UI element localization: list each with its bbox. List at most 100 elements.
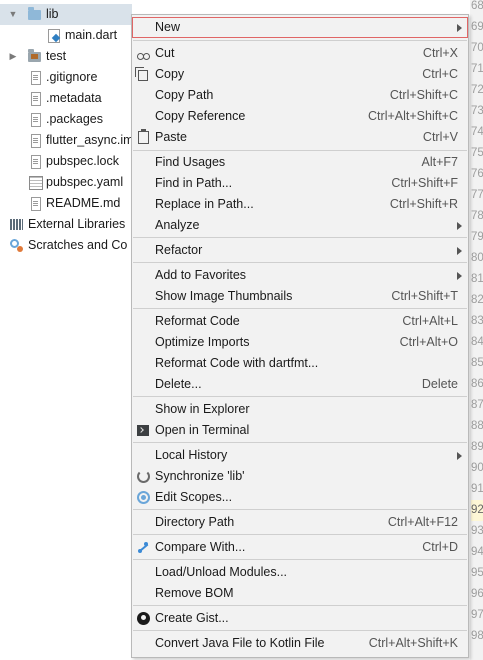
menu-item-label: Copy Reference bbox=[155, 109, 246, 123]
menu-item-label: Reformat Code bbox=[155, 314, 240, 328]
menu-item-label: Synchronize 'lib' bbox=[155, 469, 245, 483]
menu-item-label: Open in Terminal bbox=[155, 423, 250, 437]
tree-item-iml[interactable]: flutter_async.im bbox=[0, 130, 132, 151]
line-number: 95 bbox=[471, 567, 483, 579]
menu-separator bbox=[133, 237, 467, 238]
menu-item-shortcut: Ctrl+Shift+F bbox=[391, 176, 458, 190]
tree-item-label: pubspec.lock bbox=[46, 154, 119, 168]
menu-item-label: Remove BOM bbox=[155, 586, 234, 600]
sync-icon bbox=[137, 470, 150, 483]
copy-icon bbox=[135, 67, 148, 81]
menu-item-local-history[interactable]: Local History bbox=[132, 445, 468, 466]
menu-item-label: New bbox=[155, 20, 181, 34]
line-number: 94 bbox=[471, 546, 483, 558]
menu-item-label: Paste bbox=[155, 130, 187, 144]
tree-item-metadata[interactable]: .metadata bbox=[0, 88, 132, 109]
github-icon bbox=[137, 612, 150, 625]
menu-item-copy[interactable]: Copy Ctrl+C bbox=[132, 64, 468, 85]
tree-item-scratches[interactable]: Scratches and Co bbox=[0, 235, 132, 256]
menu-item-label: Compare With... bbox=[155, 540, 246, 554]
menu-item-remove-bom[interactable]: Remove BOM bbox=[132, 583, 468, 604]
menu-item-shortcut: Ctrl+X bbox=[422, 46, 458, 60]
menu-item-shortcut: Ctrl+Alt+F12 bbox=[387, 515, 458, 529]
line-number: 79 bbox=[471, 231, 483, 243]
menu-item-synchronize[interactable]: Synchronize 'lib' bbox=[132, 466, 468, 487]
menu-item-label: Show in Explorer bbox=[155, 402, 250, 416]
menu-item-delete[interactable]: Delete... Delete bbox=[132, 374, 468, 395]
line-number: 96 bbox=[471, 588, 483, 600]
menu-item-convert-java-to-kotlin[interactable]: Convert Java File to Kotlin File Ctrl+Al… bbox=[132, 633, 468, 654]
menu-item-shortcut: Ctrl+Alt+L bbox=[402, 314, 458, 328]
menu-item-label: Copy Path bbox=[155, 88, 214, 102]
menu-item-paste[interactable]: Paste Ctrl+V bbox=[132, 127, 468, 148]
menu-item-copy-reference[interactable]: Copy Reference Ctrl+Alt+Shift+C bbox=[132, 106, 468, 127]
menu-item-show-in-explorer[interactable]: Show in Explorer bbox=[132, 399, 468, 420]
menu-item-label: Analyze bbox=[155, 218, 200, 232]
menu-item-find-usages[interactable]: Find Usages Alt+F7 bbox=[132, 152, 468, 173]
tree-item-gitignore[interactable]: .gitignore bbox=[0, 67, 132, 88]
line-number: 76 bbox=[471, 168, 483, 180]
line-number: 69 bbox=[471, 21, 483, 33]
menu-item-reformat-code[interactable]: Reformat Code Ctrl+Alt+L bbox=[132, 311, 468, 332]
menu-item-label: Create Gist... bbox=[155, 611, 229, 625]
menu-item-shortcut: Ctrl+V bbox=[422, 130, 458, 144]
menu-separator bbox=[133, 509, 467, 510]
menu-item-label: Local History bbox=[155, 448, 228, 462]
tree-item-label: test bbox=[46, 49, 67, 63]
menu-item-optimize-imports[interactable]: Optimize Imports Ctrl+Alt+O bbox=[132, 332, 468, 353]
menu-item-label: Find in Path... bbox=[155, 176, 233, 190]
menu-item-find-in-path[interactable]: Find in Path... Ctrl+Shift+F bbox=[132, 173, 468, 194]
menu-item-load-unload-modules[interactable]: Load/Unload Modules... bbox=[132, 562, 468, 583]
menu-item-reformat-dartfmt[interactable]: Reformat Code with dartfmt... bbox=[132, 353, 468, 374]
tree-item-label: External Libraries bbox=[28, 217, 126, 231]
menu-item-directory-path[interactable]: Directory Path Ctrl+Alt+F12 bbox=[132, 512, 468, 533]
menu-separator bbox=[133, 40, 467, 41]
menu-item-add-to-favorites[interactable]: Add to Favorites bbox=[132, 265, 468, 286]
menu-item-open-in-terminal[interactable]: Open in Terminal bbox=[132, 420, 468, 441]
clipboard-icon bbox=[138, 129, 149, 144]
tree-item-pubspec-yaml[interactable]: pubspec.yaml bbox=[0, 172, 132, 193]
menu-item-edit-scopes[interactable]: Edit Scopes... bbox=[132, 487, 468, 508]
line-number: 71 bbox=[471, 63, 483, 75]
menu-item-label: Cut bbox=[155, 46, 175, 60]
line-number: 80 bbox=[471, 252, 483, 264]
menu-item-label: Add to Favorites bbox=[155, 268, 247, 282]
menu-item-cut[interactable]: Cut Ctrl+X bbox=[132, 43, 468, 64]
tree-item-packages[interactable]: .packages bbox=[0, 109, 132, 130]
line-number: 78 bbox=[471, 210, 483, 222]
menu-item-copy-path[interactable]: Copy Path Ctrl+Shift+C bbox=[132, 85, 468, 106]
menu-separator bbox=[133, 630, 467, 631]
yaml-file-icon bbox=[29, 176, 43, 190]
library-icon bbox=[10, 219, 23, 230]
menu-item-replace-in-path[interactable]: Replace in Path... Ctrl+Shift+R bbox=[132, 194, 468, 215]
line-number: 70 bbox=[471, 42, 483, 54]
menu-separator bbox=[133, 262, 467, 263]
chevron-right-icon[interactable]: ▶ bbox=[8, 46, 18, 67]
menu-item-analyze[interactable]: Analyze bbox=[132, 215, 468, 236]
menu-item-show-image-thumbnails[interactable]: Show Image Thumbnails Ctrl+Shift+T bbox=[132, 286, 468, 307]
tree-item-readme[interactable]: README.md bbox=[0, 193, 132, 214]
menu-separator bbox=[133, 396, 467, 397]
tree-item-label: flutter_async.im bbox=[46, 133, 132, 147]
menu-item-create-gist[interactable]: Create Gist... bbox=[132, 608, 468, 629]
tree-item-test[interactable]: ▶ test bbox=[0, 46, 132, 67]
menu-item-refactor[interactable]: Refactor bbox=[132, 240, 468, 261]
menu-item-new[interactable]: New bbox=[132, 17, 468, 38]
tree-item-label: .gitignore bbox=[46, 70, 98, 84]
project-tree: ▼ lib main.dart ▶ test .gitignore .metad… bbox=[0, 0, 132, 660]
tree-item-lib[interactable]: ▼ lib bbox=[0, 4, 132, 25]
tree-item-main-dart[interactable]: main.dart bbox=[0, 25, 132, 46]
menu-item-shortcut: Alt+F7 bbox=[421, 155, 458, 169]
tree-item-external-libraries[interactable]: External Libraries bbox=[0, 214, 132, 235]
submenu-arrow-icon bbox=[457, 222, 462, 230]
menu-item-compare-with[interactable]: Compare With... Ctrl+D bbox=[132, 537, 468, 558]
chevron-down-icon[interactable]: ▼ bbox=[8, 4, 18, 25]
line-number: 75 bbox=[471, 147, 483, 159]
file-icon bbox=[31, 197, 41, 211]
menu-item-shortcut: Ctrl+Alt+O bbox=[399, 335, 458, 349]
menu-separator bbox=[133, 442, 467, 443]
tree-item-pubspec-lock[interactable]: pubspec.lock bbox=[0, 151, 132, 172]
scissors-icon bbox=[137, 47, 150, 60]
menu-item-label: Replace in Path... bbox=[155, 197, 254, 211]
dart-file-icon bbox=[48, 29, 60, 43]
